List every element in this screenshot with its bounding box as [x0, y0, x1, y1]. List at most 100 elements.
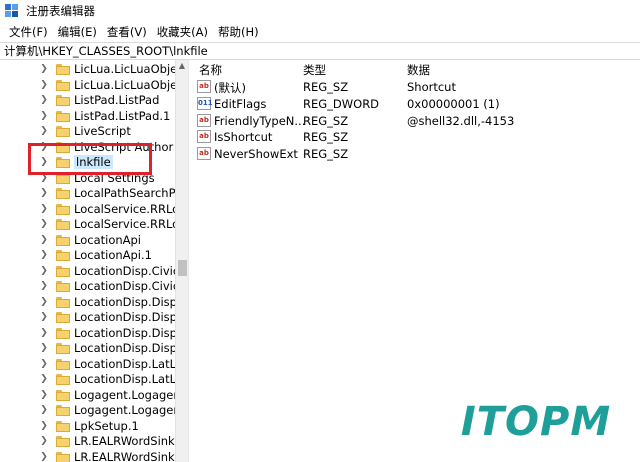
expand-chevron-icon[interactable]: ❯ [38, 204, 50, 214]
tree-item[interactable]: ❯ LocationApi [0, 232, 141, 248]
tree-item-label: LocalService.RRLoca [74, 217, 188, 231]
watermark-logo: ITOPM [446, 396, 626, 448]
value-row[interactable]: ab FriendlyTypeN... REG_SZ @shell32.dll,-41… [193, 113, 640, 129]
expand-chevron-icon[interactable]: ❯ [38, 235, 50, 245]
tree-item[interactable]: ❯ LocalService.RRLoca [0, 201, 188, 217]
value-name: NeverShowExt [214, 147, 298, 162]
folder-icon [56, 64, 70, 75]
folder-icon [56, 250, 70, 261]
tree-item-label: LocationDisp.CivicAc [74, 279, 188, 293]
menu-favorites[interactable]: 收藏夹(A) [152, 24, 213, 40]
scroll-up-icon[interactable]: ▲ [176, 61, 188, 70]
expand-chevron-icon[interactable]: ❯ [38, 436, 50, 446]
folder-icon [56, 436, 70, 447]
tree-item[interactable]: ❯ LocationDisp.CivicAd [0, 263, 188, 279]
folder-icon [56, 327, 70, 339]
expand-chevron-icon[interactable]: ❯ [38, 405, 50, 415]
column-name-header[interactable]: 名称 [199, 62, 222, 78]
expand-chevron-icon[interactable]: ❯ [38, 312, 50, 322]
tree-item-label: LocationDisp.LatLon [74, 372, 188, 386]
menu-file[interactable]: 文件(F) [4, 24, 53, 40]
tree-item-label: LocationDisp.DispCiv [74, 294, 188, 309]
menu-view[interactable]: 查看(V) [102, 24, 152, 40]
menu-edit[interactable]: 编辑(E) [53, 24, 102, 40]
value-row[interactable]: ab NeverShowExt REG_SZ [193, 146, 640, 162]
tree-item[interactable]: ❯ ListPad.ListPad.1 [0, 108, 170, 124]
tree-item[interactable]: ❯ LocationDisp.DispLa [0, 325, 188, 341]
expand-chevron-icon[interactable]: ❯ [38, 64, 50, 74]
expand-chevron-icon[interactable]: ❯ [38, 281, 50, 291]
string-value-icon: ab [197, 130, 211, 144]
expand-chevron-icon[interactable]: ❯ [38, 421, 50, 431]
tree-item[interactable]: ❯ LocalService.RRLoca [0, 216, 188, 232]
tree-item-label: LiveScript [74, 124, 131, 138]
tree-item-label: ListPad.ListPad [74, 93, 160, 107]
folder-icon [56, 265, 70, 277]
tree-item[interactable]: ❯ ListPad.ListPad [0, 92, 159, 108]
tree-item[interactable]: ❯ LR.EALRWordSink [0, 433, 175, 449]
expand-chevron-icon[interactable]: ❯ [38, 80, 50, 90]
expand-chevron-icon[interactable]: ❯ [38, 219, 50, 229]
folder-icon [56, 405, 70, 416]
tree-item-label: LR.EALRWordSink [74, 434, 175, 448]
expand-chevron-icon[interactable]: ❯ [38, 452, 50, 462]
tree-item[interactable]: ❯ LocationDisp.CivicAc [0, 278, 188, 294]
tree-item[interactable]: ❯ LocationDisp.DispCiv [0, 294, 188, 310]
tree-item[interactable]: ❯ LicLua.LicLuaObject [0, 61, 188, 77]
expand-chevron-icon[interactable]: ❯ [38, 111, 50, 121]
tree-item-label: LR.EALRWordSink.1 [74, 449, 186, 462]
expand-chevron-icon[interactable]: ❯ [38, 266, 50, 276]
tree-item[interactable]: ❯ LocalPathSearchProv [0, 185, 188, 201]
expand-chevron-icon[interactable]: ❯ [38, 359, 50, 369]
key-tree[interactable]: ❯ LicLua.LicLuaObject ❯ LicLua.LicLuaObject… [0, 60, 188, 462]
value-row[interactable]: ab (默认) REG_SZ Shortcut [193, 79, 640, 95]
tree-item[interactable]: ❯ LocationDisp.DispLa [0, 340, 188, 356]
window-title: 注册表编辑器 [26, 4, 95, 18]
tree-item-label: LocationDisp.CivicAd [74, 263, 188, 278]
tree-item[interactable]: ❯ LocationDisp.LatLon [0, 356, 188, 372]
value-data: @shell32.dll,-4153 [407, 113, 515, 128]
expand-chevron-icon[interactable]: ❯ [38, 297, 50, 307]
tree-item[interactable]: ❯ Logagent.Logagent [0, 387, 185, 403]
column-type-header[interactable]: 类型 [303, 62, 326, 78]
tree-item[interactable]: ❯ LR.EALRWordSink.1 [0, 449, 186, 462]
tree-item-label: LpkSetup.1 [74, 418, 139, 433]
folder-icon [56, 188, 70, 199]
value-name: FriendlyTypeN... [214, 113, 306, 128]
tree-item[interactable]: ❯ LiveScript [0, 123, 131, 139]
tree-item-label: Logagent.Logagent. [74, 403, 188, 417]
title-bar: 注册表编辑器 [0, 0, 640, 22]
expand-chevron-icon[interactable]: ❯ [38, 328, 50, 338]
value-data: Shortcut [407, 80, 456, 94]
expand-chevron-icon[interactable]: ❯ [38, 95, 50, 105]
folder-icon [56, 358, 70, 370]
highlight-annotation [28, 143, 152, 175]
menu-help[interactable]: 帮助(H) [213, 24, 264, 40]
tree-item[interactable]: ❯ LocationApi.1 [0, 247, 152, 263]
value-row[interactable]: 011 EditFlags REG_DWORD 0x00000001 (1) [193, 96, 640, 112]
tree-item[interactable]: ❯ LpkSetup.1 [0, 418, 139, 434]
column-data-header[interactable]: 数据 [407, 62, 430, 78]
address-path[interactable]: 计算机\HKEY_CLASSES_ROOT\lnkfile [4, 43, 208, 59]
folder-icon [56, 296, 70, 308]
pane-splitter[interactable] [188, 60, 192, 462]
menu-bar: 文件(F) 编辑(E) 查看(V) 收藏夹(A) 帮助(H) [0, 22, 640, 42]
tree-item[interactable]: ❯ LocationDisp.LatLon [0, 371, 188, 387]
value-type: REG_SZ [303, 130, 349, 145]
tree-scrollbar[interactable]: ▲ [175, 60, 188, 462]
expand-chevron-icon[interactable]: ❯ [38, 126, 50, 136]
tree-item[interactable]: ❯ LicLua.LicLuaObject. [0, 77, 188, 93]
tree-item[interactable]: ❯ Logagent.Logagent. [0, 402, 188, 418]
folder-icon [56, 420, 70, 432]
expand-chevron-icon[interactable]: ❯ [38, 188, 50, 198]
expand-chevron-icon[interactable]: ❯ [38, 374, 50, 384]
tree-item[interactable]: ❯ LocationDisp.DispCiv [0, 309, 188, 325]
address-bar[interactable]: 计算机\HKEY_CLASSES_ROOT\lnkfile [0, 42, 640, 60]
value-row[interactable]: ab IsShortcut REG_SZ [193, 129, 640, 145]
folder-icon [56, 110, 70, 122]
expand-chevron-icon[interactable]: ❯ [38, 390, 50, 400]
value-name: IsShortcut [214, 130, 273, 145]
expand-chevron-icon[interactable]: ❯ [38, 343, 50, 353]
scroll-thumb[interactable] [178, 260, 187, 276]
expand-chevron-icon[interactable]: ❯ [38, 250, 50, 260]
